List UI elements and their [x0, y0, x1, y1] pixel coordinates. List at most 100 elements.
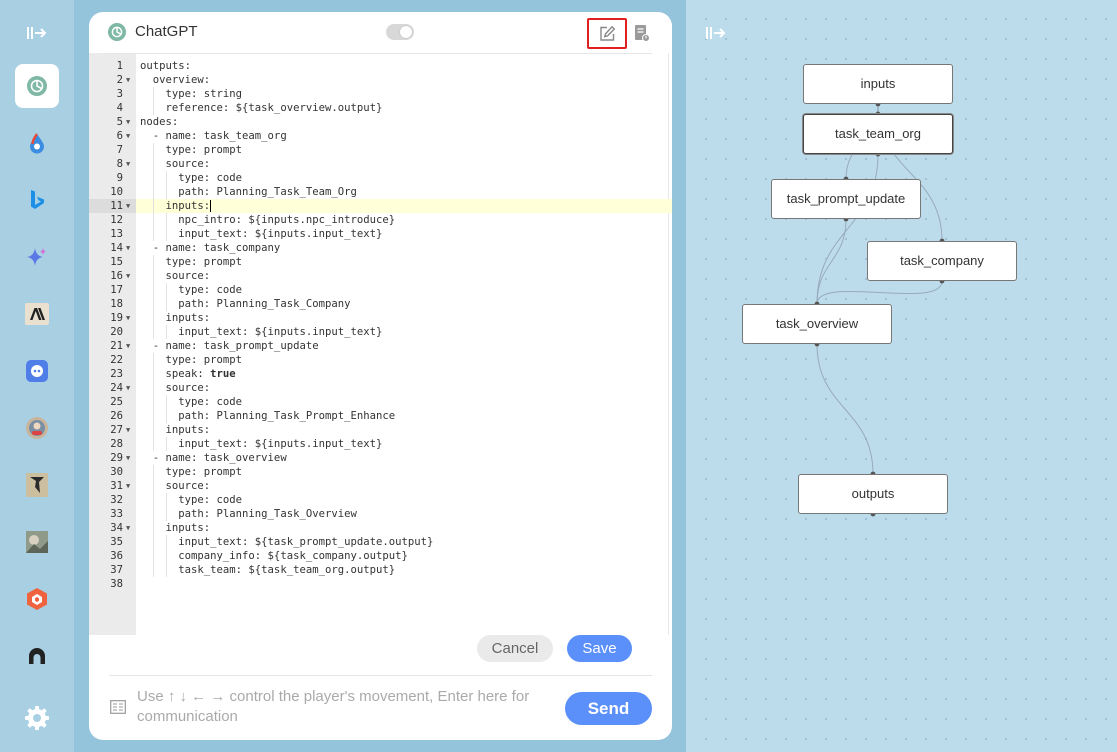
- rail-item-avatar[interactable]: [15, 406, 59, 450]
- code-line[interactable]: 12 npc_intro: ${inputs.npc_introduce}: [89, 213, 672, 227]
- edit-button[interactable]: [587, 18, 627, 49]
- rail-item-headset[interactable]: [15, 634, 59, 678]
- fold-toggle-icon[interactable]: ▼: [126, 115, 130, 129]
- flow-node-task-company[interactable]: task_company: [867, 241, 1017, 281]
- code-text: type: code: [140, 172, 243, 184]
- code-text: speak: true: [140, 368, 236, 380]
- message-input[interactable]: [137, 687, 557, 729]
- indent-guide: [152, 409, 154, 423]
- fold-toggle-icon[interactable]: ▼: [126, 423, 130, 437]
- code-text: - name: task_overview: [140, 452, 287, 464]
- flow-node-inputs[interactable]: inputs: [803, 64, 953, 104]
- code-line[interactable]: 16 ▼ source:: [89, 269, 672, 283]
- code-line[interactable]: 34 ▼ inputs:: [89, 521, 672, 535]
- code-line[interactable]: 36 company_info: ${task_company.output}: [89, 549, 672, 563]
- rail-item-chatgpt[interactable]: [15, 64, 59, 108]
- code-line[interactable]: 11 ▼ inputs:: [89, 199, 672, 213]
- panel-header: ChatGPT: [89, 12, 672, 52]
- code-line[interactable]: 9 type: code: [89, 171, 672, 185]
- fold-toggle-icon[interactable]: ▼: [126, 479, 130, 493]
- code-line[interactable]: 18 path: Planning_Task_Company: [89, 297, 672, 311]
- code-line[interactable]: 1 outputs:: [89, 59, 672, 73]
- code-text: type: prompt: [140, 354, 243, 366]
- rail-item-photo[interactable]: [15, 520, 59, 564]
- expand-panel-icon[interactable]: [704, 24, 728, 42]
- indent-guide: [152, 437, 154, 451]
- code-line[interactable]: 30 type: prompt: [89, 465, 672, 479]
- code-line[interactable]: 20 input_text: ${inputs.input_text}: [89, 325, 672, 339]
- code-text: inputs:: [140, 312, 211, 324]
- flow-node-task-prompt-update[interactable]: task_prompt_update: [771, 179, 921, 219]
- fold-toggle-icon[interactable]: ▼: [126, 157, 130, 171]
- code-line[interactable]: 28 input_text: ${inputs.input_text}: [89, 437, 672, 451]
- code-line[interactable]: 6 ▼ - name: task_team_org: [89, 129, 672, 143]
- code-line[interactable]: 29 ▼ - name: task_overview: [89, 451, 672, 465]
- code-line[interactable]: 32 type: code: [89, 493, 672, 507]
- code-line[interactable]: 23 speak: true: [89, 367, 672, 381]
- save-button[interactable]: Save: [567, 635, 632, 662]
- fold-toggle-icon[interactable]: ▼: [126, 269, 130, 283]
- code-line[interactable]: 25 type: code: [89, 395, 672, 409]
- code-line[interactable]: 15 type: prompt: [89, 255, 672, 269]
- fold-toggle-icon[interactable]: ▼: [126, 451, 130, 465]
- flow-canvas[interactable]: [687, 0, 1117, 752]
- code-line[interactable]: 14 ▼ - name: task_company: [89, 241, 672, 255]
- rail-item-cube[interactable]: [15, 577, 59, 621]
- code-line[interactable]: 19 ▼ inputs:: [89, 311, 672, 325]
- indent-guide: [152, 563, 154, 577]
- code-line[interactable]: 38: [89, 577, 672, 591]
- yaml-code-editor[interactable]: 1 outputs: 2 ▼ overview: 3 type: string 4 ref…: [89, 53, 672, 635]
- indent-guide: [165, 297, 167, 311]
- code-line[interactable]: 13 input_text: ${inputs.input_text}: [89, 227, 672, 241]
- code-line[interactable]: 4 reference: ${task_overview.output}: [89, 101, 672, 115]
- line-number: 4: [116, 102, 123, 114]
- code-line[interactable]: 27 ▼ inputs:: [89, 423, 672, 437]
- code-line[interactable]: 5 ▼ nodes:: [89, 115, 672, 129]
- document-icon[interactable]: [634, 24, 650, 42]
- code-text: source:: [140, 270, 211, 282]
- fold-toggle-icon[interactable]: ▼: [126, 339, 130, 353]
- code-line[interactable]: 7 type: prompt: [89, 143, 672, 157]
- rail-item-gemini[interactable]: [15, 235, 59, 279]
- headset-icon: [29, 648, 45, 664]
- rail-item-sketch[interactable]: [15, 463, 59, 507]
- chatgpt-logo-icon: [108, 23, 126, 41]
- code-line[interactable]: 22 type: prompt: [89, 353, 672, 367]
- rail-item-bing[interactable]: [15, 178, 59, 222]
- code-line[interactable]: 21 ▼ - name: task_prompt_update: [89, 339, 672, 353]
- flow-node-task-team-org[interactable]: task_team_org: [803, 114, 953, 154]
- code-line[interactable]: 2 ▼ overview:: [89, 73, 672, 87]
- fold-toggle-icon[interactable]: ▼: [126, 241, 130, 255]
- fold-toggle-icon[interactable]: ▼: [126, 199, 130, 213]
- code-text: path: Planning_Task_Prompt_Enhance: [140, 410, 396, 422]
- code-line[interactable]: 33 path: Planning_Task_Overview: [89, 507, 672, 521]
- fold-toggle-icon[interactable]: ▼: [126, 311, 130, 325]
- code-line[interactable]: 3 type: string: [89, 87, 672, 101]
- indent-guide: [165, 563, 167, 577]
- fold-toggle-icon[interactable]: ▼: [126, 129, 130, 143]
- flow-node-outputs[interactable]: outputs: [798, 474, 948, 514]
- code-line[interactable]: 37 task_team: ${task_team_org.output}: [89, 563, 672, 577]
- code-line[interactable]: 31 ▼ source:: [89, 479, 672, 493]
- fold-toggle-icon[interactable]: ▼: [126, 73, 130, 87]
- cancel-button[interactable]: Cancel: [477, 635, 553, 662]
- gear-icon[interactable]: [22, 703, 52, 733]
- input-divider: [109, 675, 652, 676]
- code-line[interactable]: 35 input_text: ${task_prompt_update.outp…: [89, 535, 672, 549]
- fold-toggle-icon[interactable]: ▼: [126, 521, 130, 535]
- line-number: 25: [110, 396, 123, 408]
- rail-item-discord[interactable]: [15, 349, 59, 393]
- expand-sidebar-icon[interactable]: [25, 24, 49, 42]
- chatgpt-icon: [27, 76, 47, 96]
- mode-toggle[interactable]: [386, 24, 414, 40]
- code-line[interactable]: 8 ▼ source:: [89, 157, 672, 171]
- code-line[interactable]: 26 path: Planning_Task_Prompt_Enhance: [89, 409, 672, 423]
- rail-item-anthropic[interactable]: [15, 292, 59, 336]
- code-line[interactable]: 10 path: Planning_Task_Team_Org: [89, 185, 672, 199]
- code-line[interactable]: 24 ▼ source:: [89, 381, 672, 395]
- rail-item-droplet[interactable]: [15, 121, 59, 165]
- send-button[interactable]: Send: [565, 692, 652, 725]
- fold-toggle-icon[interactable]: ▼: [126, 381, 130, 395]
- code-line[interactable]: 17 type: code: [89, 283, 672, 297]
- flow-node-task-overview[interactable]: task_overview: [742, 304, 892, 344]
